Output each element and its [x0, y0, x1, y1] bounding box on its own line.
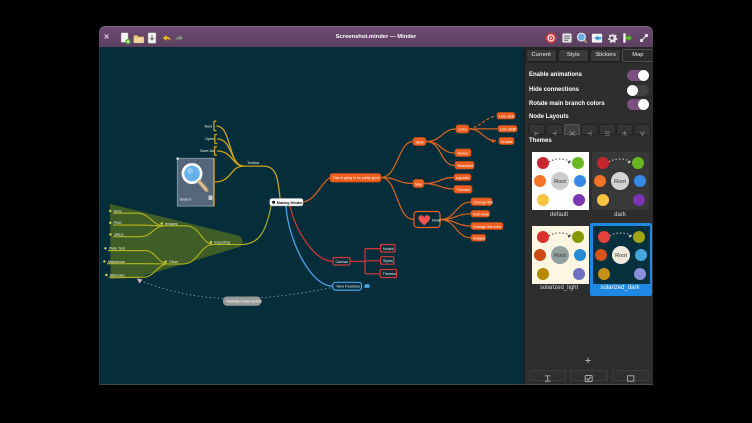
svg-text:Map: Map: [415, 182, 422, 186]
svg-text:Save As: Save As: [200, 149, 214, 153]
svg-text:Add node: Add node: [473, 213, 489, 217]
svg-text:JPEG: JPEG: [114, 233, 124, 237]
svg-text:Markdown: Markdown: [108, 260, 126, 264]
svg-text:Themes: Themes: [457, 188, 470, 192]
svg-text:New: New: [205, 125, 213, 129]
svg-text:Root: Root: [554, 179, 566, 185]
svg-text:Change link color: Change link color: [473, 225, 502, 229]
svg-text:Making Minder: Making Minder: [277, 201, 303, 205]
svg-text:SVG: SVG: [114, 209, 122, 213]
svg-text:Mermaid: Mermaid: [110, 273, 125, 277]
svg-text:Node: Node: [432, 218, 441, 222]
svg-text:Root: Root: [615, 253, 627, 259]
svg-text:This is going to be pretty goo: This is going to be pretty good: [333, 176, 380, 180]
svg-text:Line width: Line width: [500, 128, 517, 132]
svg-text:Style: Style: [416, 140, 424, 144]
svg-text:Images: Images: [473, 237, 485, 241]
svg-text:Exporting: Exporting: [214, 241, 230, 245]
svg-text:Other: Other: [169, 260, 179, 264]
svg-text:Arrows: Arrows: [501, 140, 513, 144]
svg-text:Images: Images: [165, 222, 178, 226]
svg-text:PNG: PNG: [114, 221, 122, 225]
svg-text:Open: Open: [205, 137, 214, 141]
svg-text:Branches: Branches: [458, 164, 474, 168]
svg-text:Root: Root: [554, 253, 566, 259]
svg-text:Root: Root: [614, 179, 626, 185]
svg-text:Plain Text: Plain Text: [109, 247, 126, 251]
svg-text:Line style: Line style: [499, 115, 515, 119]
svg-text:Styles: Styles: [383, 259, 393, 263]
svg-text:Partially implemented: Partially implemented: [227, 300, 262, 304]
svg-text:Themes: Themes: [383, 272, 396, 276]
svg-text:Layouts: Layouts: [456, 176, 469, 180]
svg-text:Nodes: Nodes: [458, 151, 469, 155]
svg-text:Links: Links: [459, 128, 468, 132]
svg-text:Nodes: Nodes: [383, 247, 394, 251]
svg-text:Toolbar: Toolbar: [247, 161, 260, 165]
svg-text:Change title: Change title: [474, 200, 494, 204]
svg-text:Search: Search: [180, 197, 192, 201]
svg-text:Canvas: Canvas: [336, 260, 349, 264]
svg-text:New Features: New Features: [337, 285, 361, 289]
